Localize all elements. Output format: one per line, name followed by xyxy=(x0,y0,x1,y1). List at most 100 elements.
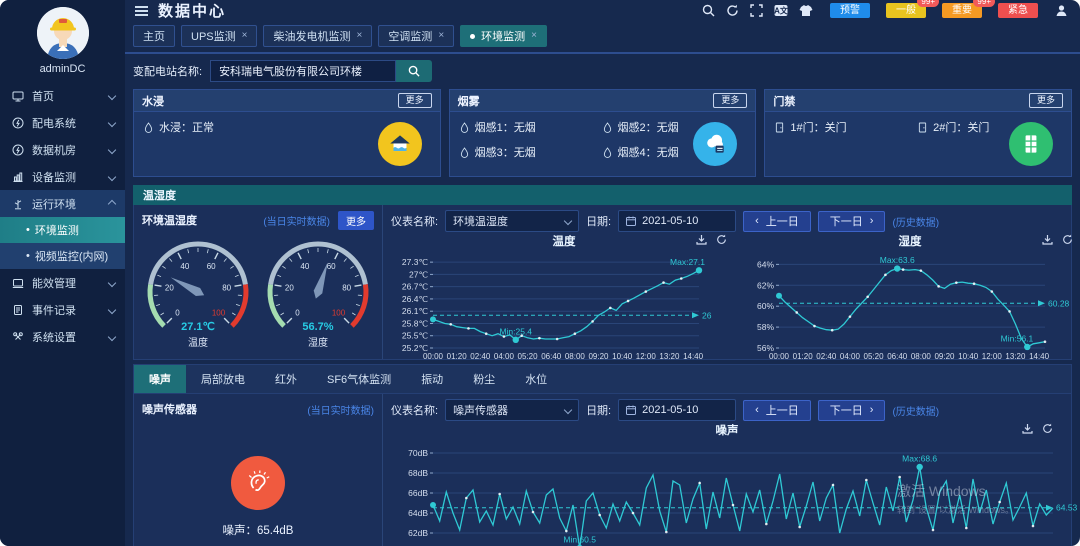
page-tabs: 主页 UPS监测× 柴油发电机监测× 空调监测× 环境监测× xyxy=(125,21,1080,54)
tab-柴油发电机监测[interactable]: 柴油发电机监测× xyxy=(263,25,372,47)
close-icon[interactable]: × xyxy=(356,31,362,41)
svg-text:26.1℃: 26.1℃ xyxy=(402,306,429,316)
noise-sensor-section: 噪声传感器 (当日实时数据) 噪声：65.4dB xyxy=(134,394,383,546)
download-icon[interactable] xyxy=(1022,423,1033,437)
tab-空调监测[interactable]: 空调监测× xyxy=(378,25,454,47)
user-box: adminDC xyxy=(0,0,125,82)
sidebar-subitem-视频监控(内网)[interactable]: •视频监控(内网) xyxy=(0,243,125,269)
alert-button-一般[interactable]: 一般99+ xyxy=(886,3,926,18)
noise-ear-icon xyxy=(231,456,285,510)
search-icon[interactable] xyxy=(702,4,715,17)
next-day-button[interactable]: 下一日› xyxy=(818,400,886,421)
door-card-title: 门禁 xyxy=(773,93,795,109)
alert-button-预警[interactable]: 预警 xyxy=(830,3,870,18)
svg-text:27.1℃: 27.1℃ xyxy=(181,321,215,333)
svg-text:20: 20 xyxy=(285,283,294,292)
alert-button-重要[interactable]: 重要99+ xyxy=(942,3,982,18)
water-more-button[interactable]: 更多 xyxy=(398,93,432,108)
refresh-icon[interactable] xyxy=(716,234,727,248)
history-data-link[interactable]: (历史数据) xyxy=(892,214,939,229)
sensor-tab-噪声[interactable]: 噪声 xyxy=(134,365,186,393)
chevron-down-icon xyxy=(108,332,116,340)
download-icon[interactable] xyxy=(696,234,707,248)
svg-text:27.3℃: 27.3℃ xyxy=(402,257,429,267)
prev-day-button[interactable]: ‹上一日 xyxy=(743,400,811,421)
svg-text:02:40: 02:40 xyxy=(470,352,491,361)
smoke-status-item: 烟感3：无烟 xyxy=(460,144,603,160)
tab-环境监测[interactable]: 环境监测× xyxy=(460,25,547,47)
refresh-icon[interactable] xyxy=(1062,234,1073,248)
sidebar-item-能效管理[interactable]: 能效管理 xyxy=(0,269,125,296)
station-search-button[interactable] xyxy=(396,60,432,82)
svg-text:66dB: 66dB xyxy=(408,488,428,498)
sensor-tab-振动[interactable]: 振动 xyxy=(406,365,458,393)
station-search-label: 变配电站名称: xyxy=(133,63,202,79)
sensor-tab-局部放电[interactable]: 局部放电 xyxy=(186,365,260,393)
sidebar-item-运行环境[interactable]: 运行环境 xyxy=(0,190,125,217)
droplet-icon xyxy=(460,122,469,133)
svg-text:62dB: 62dB xyxy=(408,528,428,538)
alert-button-紧急[interactable]: 紧急 xyxy=(998,3,1038,18)
env-more-button[interactable]: 更多 xyxy=(338,211,374,230)
svg-text:20: 20 xyxy=(165,283,174,292)
smoke-status-item: 烟感1：无烟 xyxy=(460,119,603,135)
svg-text:27℃: 27℃ xyxy=(409,269,428,279)
sidebar-item-配电系统[interactable]: 配电系统 xyxy=(0,109,125,136)
sensor-tabs: 噪声局部放电红外SF6气体监测振动粉尘水位 xyxy=(133,364,1072,393)
prev-day-button[interactable]: ‹上一日 xyxy=(743,211,811,232)
sensor-tab-SF6气体监测[interactable]: SF6气体监测 xyxy=(312,365,406,393)
env-meter-select[interactable]: 环境温湿度 xyxy=(445,210,579,232)
water-flood-icon xyxy=(378,122,422,166)
svg-text:温度: 温度 xyxy=(188,336,208,349)
refresh-icon[interactable] xyxy=(1042,423,1053,437)
svg-text:62%: 62% xyxy=(757,280,774,290)
noise-section-title: 噪声传感器 xyxy=(142,401,197,417)
svg-text:09:20: 09:20 xyxy=(934,352,955,361)
svg-text:08:00: 08:00 xyxy=(911,352,932,361)
sensor-tab-水位[interactable]: 水位 xyxy=(510,365,562,393)
gauge-温度: 02040608010027.1℃温度 xyxy=(142,234,254,352)
sensor-tab-粉尘[interactable]: 粉尘 xyxy=(458,365,510,393)
tab-UPS监测[interactable]: UPS监测× xyxy=(181,25,257,47)
noise-date-picker[interactable]: 2021-05-10 xyxy=(618,399,736,421)
next-day-button[interactable]: 下一日› xyxy=(818,211,886,232)
svg-text:01:20: 01:20 xyxy=(793,352,814,361)
svg-text:14:40: 14:40 xyxy=(1029,352,1050,361)
temperature-chart: 温度 27.3℃27℃26.7℃26.4℃26.1℃25.8℃25.5℃25.2… xyxy=(391,232,737,364)
close-icon[interactable]: × xyxy=(531,31,537,41)
humidity-chart: 湿度 64%62%60%58%56%00:0001:2002:4004:0005… xyxy=(737,232,1080,364)
station-search-input[interactable] xyxy=(210,60,396,82)
hamburger-menu-icon[interactable] xyxy=(135,4,148,18)
sidebar-item-数据机房[interactable]: 数据机房 xyxy=(0,136,125,163)
translate-icon[interactable]: A文 xyxy=(774,4,788,17)
close-icon[interactable]: × xyxy=(242,31,248,41)
droplet-icon xyxy=(460,147,469,158)
door-more-button[interactable]: 更多 xyxy=(1029,93,1063,108)
status-cards-row: 水浸 更多 水浸：正常 烟雾 更多 烟感1：无烟烟感2：无烟烟感3：无烟烟感4：… xyxy=(125,87,1080,181)
theme-shirt-icon[interactable] xyxy=(799,4,813,17)
sensor-tab-红外[interactable]: 红外 xyxy=(260,365,312,393)
close-icon[interactable]: × xyxy=(438,31,444,41)
svg-text:A文: A文 xyxy=(774,6,788,16)
fullscreen-icon[interactable] xyxy=(750,4,763,17)
sidebar-item-设备监测[interactable]: 设备监测 xyxy=(0,163,125,190)
noise-meter-select[interactable]: 噪声传感器 xyxy=(445,399,579,421)
smoke-more-button[interactable]: 更多 xyxy=(713,93,747,108)
door-icon xyxy=(775,122,784,133)
download-icon[interactable] xyxy=(1042,234,1053,248)
gauges: 02040608010027.1℃温度02040608010056.7%湿度 xyxy=(142,234,374,352)
refresh-icon[interactable] xyxy=(726,4,739,17)
sidebar-subitem-环境监测[interactable]: •环境监测 xyxy=(0,217,125,243)
sidebar-item-首页[interactable]: 首页 xyxy=(0,82,125,109)
svg-text:40: 40 xyxy=(300,262,309,271)
history-data-link[interactable]: (历史数据) xyxy=(892,403,939,418)
noise-reading: 噪声：65.4dB xyxy=(134,522,382,538)
svg-text:09:20: 09:20 xyxy=(588,352,609,361)
env-date-picker[interactable]: 2021-05-10 xyxy=(618,210,736,232)
sidebar-item-事件记录[interactable]: 事件记录 xyxy=(0,296,125,323)
noise-chart-section: 仪表名称: 噪声传感器 日期: 2021-05-10 ‹上一日 下一日› (历史… xyxy=(383,394,1071,546)
user-icon[interactable] xyxy=(1055,4,1068,17)
gauge-湿度: 02040608010056.7%湿度 xyxy=(262,234,374,352)
tab-主页[interactable]: 主页 xyxy=(133,25,175,47)
sidebar-item-系统设置[interactable]: 系统设置 xyxy=(0,323,125,350)
